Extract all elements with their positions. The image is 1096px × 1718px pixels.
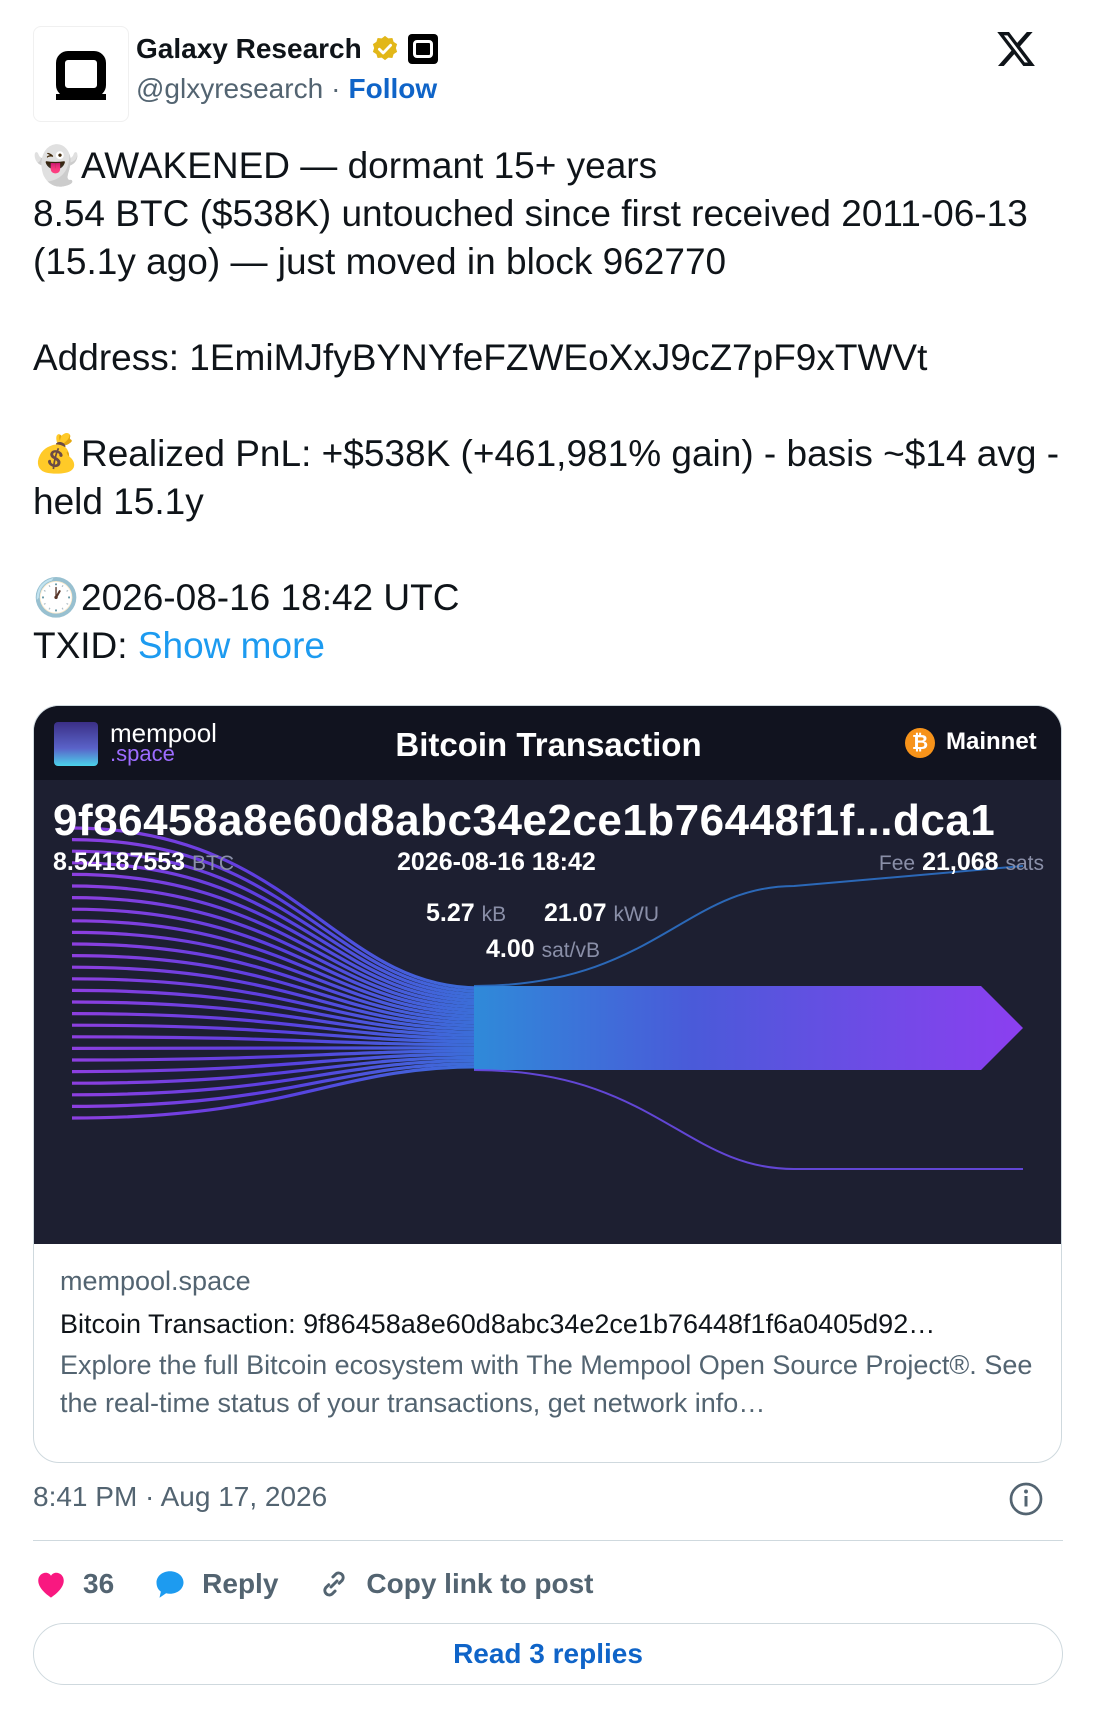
weight-unit: kWU	[613, 903, 660, 926]
read-replies-button[interactable]: Read 3 replies	[33, 1623, 1063, 1685]
divider	[33, 1540, 1063, 1541]
link-preview-card[interactable]: mempool .space Bitcoin Transaction ₿ Mai…	[33, 705, 1062, 1463]
size-stat: 5.27 kB	[426, 899, 506, 928]
tweet-line-time: 2026-08-16 18:42 UTC	[81, 577, 460, 618]
money-bag-emoji-icon: 💰	[33, 433, 80, 474]
bitcoin-icon: ₿	[905, 728, 935, 758]
link-preview-image[interactable]: mempool .space Bitcoin Transaction ₿ Mai…	[34, 706, 1061, 1244]
like-count: 36	[83, 1568, 115, 1599]
amount-stat: 8.54187553 BTC	[53, 848, 234, 877]
output-arrow-main	[474, 986, 1023, 1070]
author-name-row: Galaxy Research	[136, 33, 438, 65]
clock-emoji-icon: 🕐	[33, 577, 80, 618]
txid-label: TXID:	[33, 625, 128, 666]
handle[interactable]: @glxyresearch	[136, 73, 323, 105]
verified-badge-icon	[372, 35, 397, 61]
action-bar: 36 Reply Copy link to post	[33, 1564, 632, 1604]
link-icon	[323, 1571, 346, 1597]
amount-value: 8.54187553	[53, 848, 186, 876]
affiliate-badge-icon	[407, 34, 438, 64]
heart-icon	[38, 1572, 64, 1598]
amount-unit: BTC	[192, 852, 235, 875]
reply-bubble-icon	[156, 1571, 184, 1598]
feerate-unit: sat/vB	[541, 939, 600, 962]
output-line-change	[473, 1069, 1023, 1170]
weight-value: 21.07	[544, 899, 607, 927]
galaxy-logo-icon	[56, 51, 106, 100]
ghost-emoji-icon: 👻	[33, 145, 80, 186]
post-timestamp[interactable]: 8:41 PM · Aug 17, 2026	[33, 1481, 327, 1513]
fee-value: 21,068	[922, 848, 999, 876]
feerate-stat: 4.00 sat/vB	[486, 935, 600, 964]
transaction-id: 9f86458a8e60d8abc34e2ce1b76448f1f...dca1	[53, 796, 996, 845]
info-icon[interactable]	[1008, 1481, 1044, 1517]
embedded-tweet-card: Galaxy Research @glxyresearch · Follow 👻…	[0, 0, 1096, 1718]
reply-button[interactable]: Reply	[152, 1566, 278, 1602]
separator-dot: ·	[331, 73, 341, 104]
link-description: Explore the full Bitcoin ecosystem with …	[60, 1350, 1033, 1418]
link-preview-meta: mempool.space Bitcoin Transaction: 9f864…	[60, 1266, 1040, 1422]
reply-label: Reply	[202, 1568, 279, 1599]
size-unit: kB	[481, 903, 507, 926]
transaction-flow-diagram	[71, 826, 1024, 1170]
fee-label: Fee	[878, 852, 916, 875]
tweet-text: 👻AWAKENED — dormant 15+ years 8.54 BTC (…	[33, 142, 1063, 670]
size-value: 5.27	[426, 899, 475, 927]
datetime-stat: 2026-08-16 18:42	[397, 848, 596, 876]
follow-button[interactable]: Follow	[348, 73, 437, 105]
tweet-line-awakened: AWAKENED — dormant 15+ years	[81, 145, 658, 186]
network-label: Mainnet	[946, 728, 1037, 755]
display-name[interactable]: Galaxy Research	[136, 33, 362, 65]
input-flow-line	[71, 1046, 480, 1050]
fee-unit: sats	[1005, 852, 1044, 875]
show-more-link[interactable]: Show more	[138, 625, 325, 666]
like-button[interactable]: 36	[33, 1566, 114, 1602]
link-title: Bitcoin Transaction: 9f86458a8e60d8abc34…	[60, 1309, 936, 1339]
weight-stat: 21.07 kWU	[544, 899, 659, 928]
link-domain: mempool.space	[60, 1266, 251, 1296]
avatar[interactable]	[33, 26, 129, 122]
feerate-value: 4.00	[486, 935, 535, 963]
tweet-line-btc: 8.54 BTC ($538K) untouched since first r…	[33, 193, 1028, 282]
handle-row: @glxyresearch · Follow	[136, 73, 437, 105]
x-logo-icon[interactable]	[994, 28, 1038, 70]
tweet-line-pnl: Realized PnL: +$538K (+461,981% gain) - …	[33, 433, 1060, 522]
copy-link-label: Copy link to post	[366, 1568, 594, 1599]
tweet-line-address: Address: 1EmiMJfyBYNYfeFZWEoXxJ9cZ7pF9xT…	[33, 337, 928, 378]
copy-link-button[interactable]: Copy link to post	[316, 1566, 594, 1602]
fee-stat: Fee 21,068 sats	[879, 848, 1044, 877]
